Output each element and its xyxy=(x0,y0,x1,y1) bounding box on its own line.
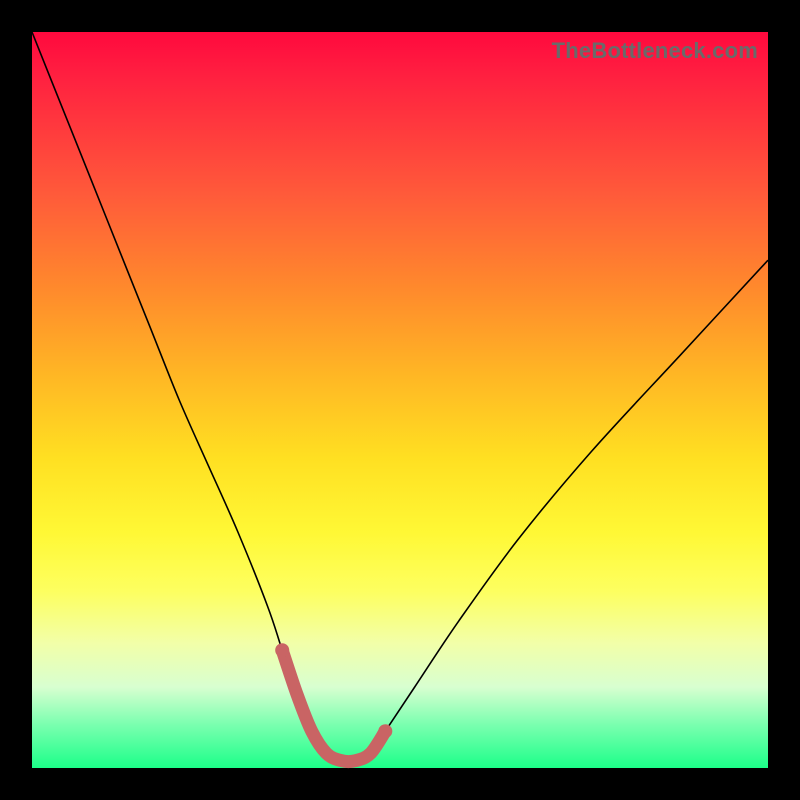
basin-highlight xyxy=(282,650,385,761)
basin-end-dot xyxy=(275,643,289,657)
plot-area: TheBottleneck.com xyxy=(32,32,768,768)
bottleneck-curve xyxy=(32,32,768,762)
chart-frame: TheBottleneck.com xyxy=(0,0,800,800)
bottleneck-curve-svg xyxy=(32,32,768,768)
basin-end-dot xyxy=(378,724,392,738)
